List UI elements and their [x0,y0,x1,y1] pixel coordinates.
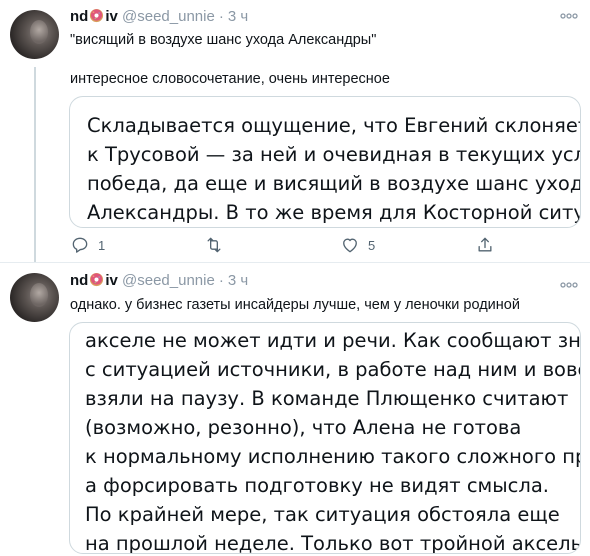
tweet-header: nd iv @seed_unnie · 3 ч [70,8,248,25]
quote-line: на прошлой неделе. Только вот тройной ак… [85,532,581,554]
like-count: 5 [368,237,376,253]
reply-count: 1 [98,237,106,253]
display-name[interactable]: nd iv [70,8,118,25]
timestamp[interactable]: 3 ч [228,8,248,25]
reply-button[interactable]: 1 [70,235,105,255]
quote-line: победа, да еще и висящий в воздухе шанс … [87,172,581,195]
share-icon [478,237,492,252]
avatar[interactable] [10,273,59,322]
quote-line: Александры. В то же время для Косторной … [87,201,581,224]
quote-line: а форсировать подготовку не видят смысла… [85,474,550,497]
quote-image[interactable]: акселе не может идти и речи. Как сообщаю… [69,322,581,554]
tweet-divider [0,262,590,263]
retweet-icon [207,237,221,253]
retweet-button[interactable] [203,235,233,255]
reply-icon [72,237,88,253]
quote-line: По крайней мере, так ситуация обстояла е… [85,503,560,526]
tweet-header: nd iv @seed_unnie · 3 ч [70,272,248,289]
tweet-text: "висящий в воздухе шанс ухода Александры… [70,32,377,48]
heart-icon [343,238,357,253]
quote-line: к нормальному исполнению такого сложного… [85,445,580,468]
separator: · [218,8,224,25]
quote-line: (возможно, резонно), что Алена не готова [85,416,522,439]
separator: · [218,272,224,289]
more-horizontal-icon[interactable] [560,6,578,24]
avatar[interactable] [10,10,59,59]
more-horizontal-icon[interactable] [560,275,578,293]
timestamp[interactable]: 3 ч [228,272,248,289]
tweet-text-second: интересное словосочетание, очень интерес… [70,71,390,87]
quote-image[interactable]: Складывается ощущение, что Евгений склон… [69,96,581,228]
quote-line: взяли на паузу. В команде Плющенко счита… [85,387,569,410]
donut-emoji-icon [90,272,104,287]
quote-line: акселе не может идти и речи. Как сообщаю… [85,329,581,352]
handle[interactable]: @seed_unnie [122,272,215,289]
like-button[interactable]: 5 [340,235,375,255]
share-button[interactable] [475,235,495,255]
donut-emoji-icon [90,8,104,23]
tweet-text: однако. у бизнес газеты инсайдеры лучше,… [70,297,520,313]
quote-line: к Трусовой — за ней и очевидная в текущи… [87,143,580,166]
display-name[interactable]: nd iv [70,272,118,289]
quote-line: с ситуацией источники, в работе над ним … [85,358,580,381]
quote-line: Складывается ощущение, что Евгений склон… [87,114,581,137]
handle[interactable]: @seed_unnie [122,8,215,25]
thread-line [34,67,36,262]
